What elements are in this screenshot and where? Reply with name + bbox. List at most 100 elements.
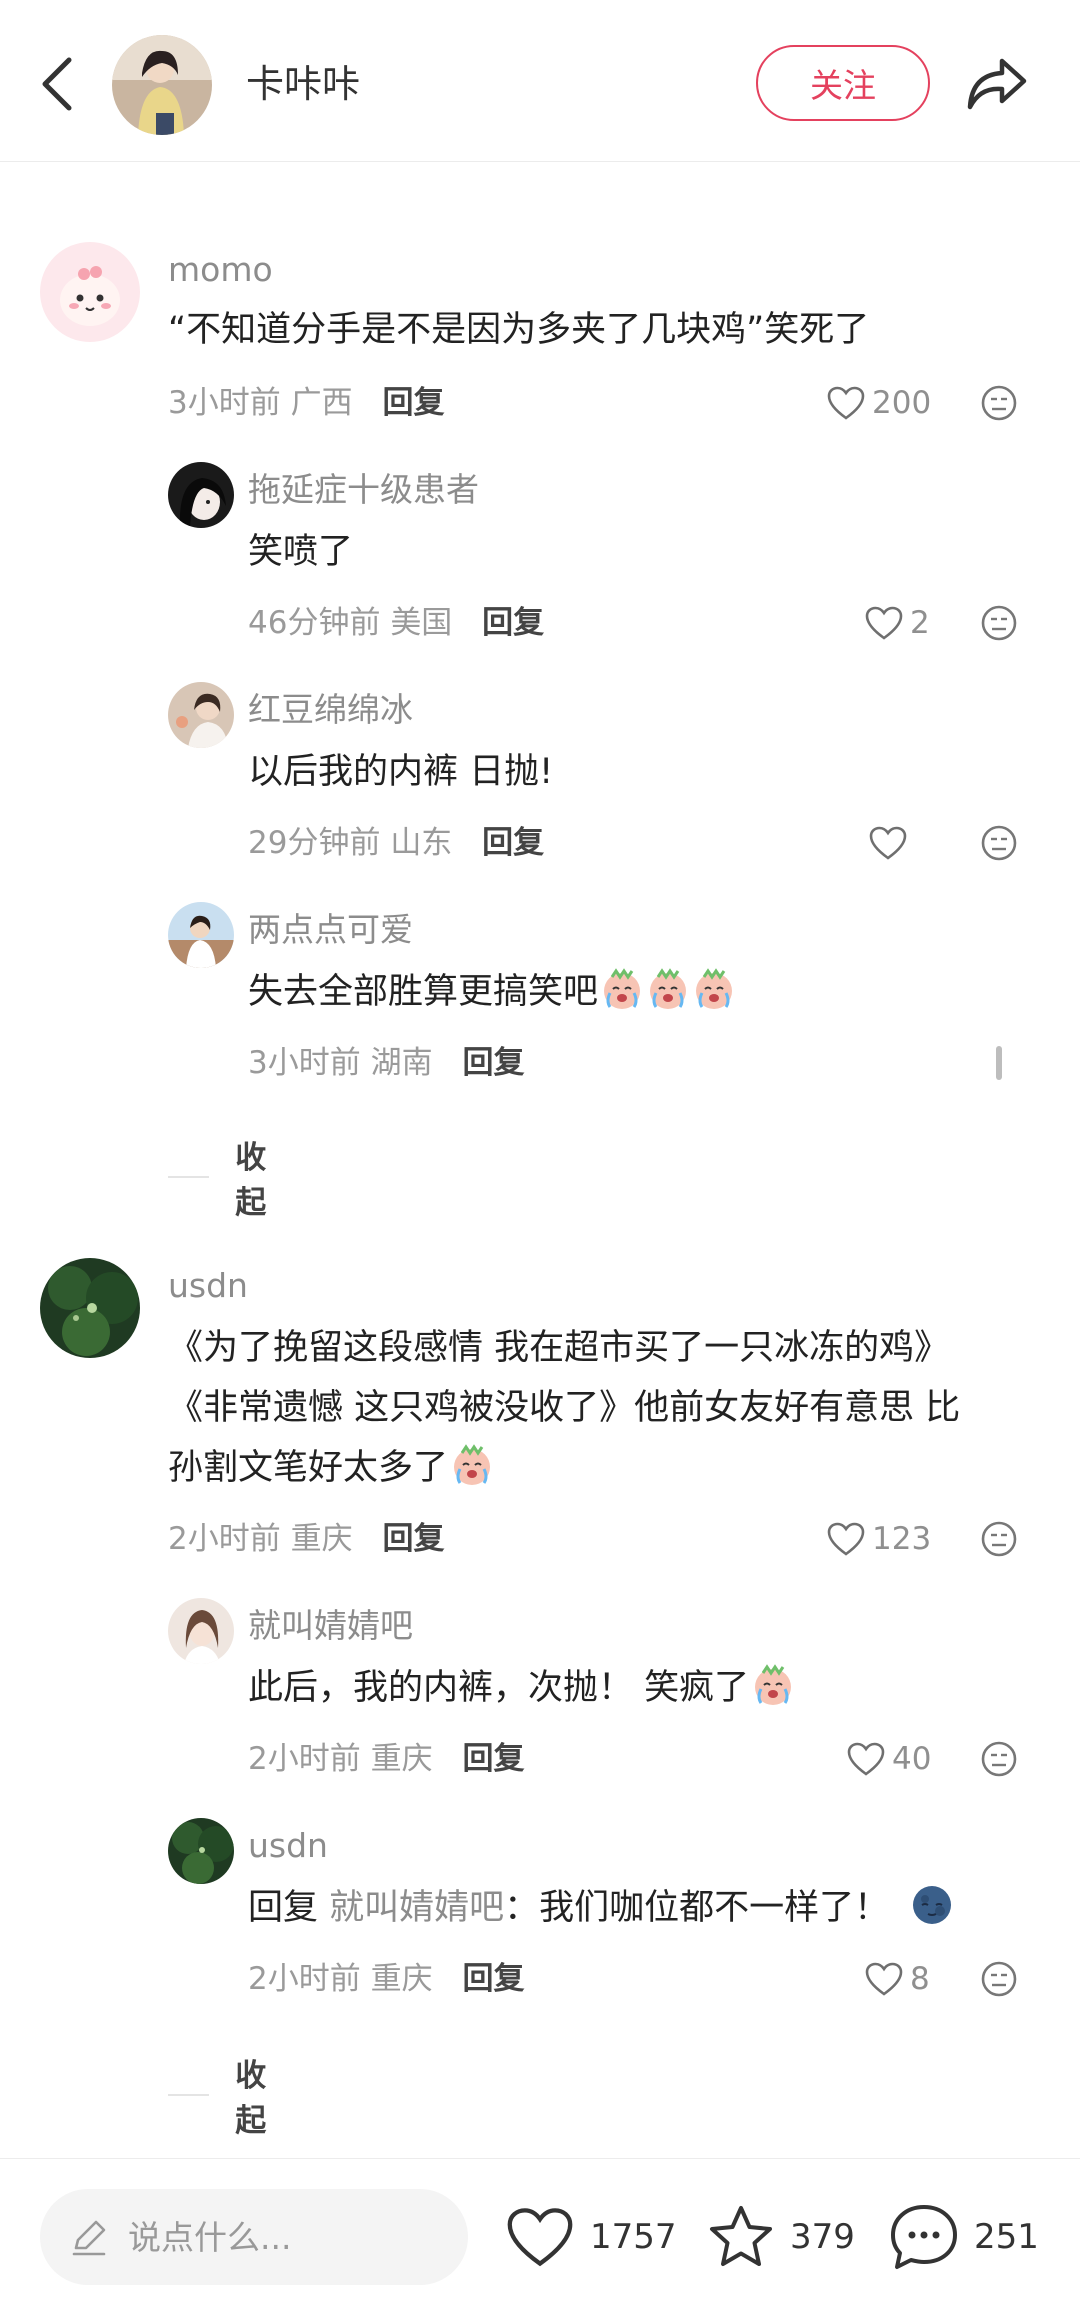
reply-button[interactable]: 回复 bbox=[482, 825, 544, 861]
comment-like-button[interactable]: 200 bbox=[826, 382, 931, 424]
reply-username[interactable]: 拖延症十级患者 bbox=[248, 468, 479, 512]
likes-count: 1757 bbox=[590, 2217, 677, 2257]
reply-button[interactable]: 回复 bbox=[462, 1961, 524, 1997]
author-avatar[interactable] bbox=[112, 35, 212, 135]
reply-like-button[interactable] bbox=[868, 822, 914, 864]
favorite-post-button[interactable]: 379 bbox=[706, 2199, 855, 2275]
reply-location: 湖南 bbox=[370, 1045, 433, 1081]
comment-text[interactable]: “不知道分手是不是因为多夹了几块鸡”笑死了 bbox=[168, 300, 869, 360]
like-count: 123 bbox=[872, 1521, 932, 1557]
crying-emoji-icon bbox=[650, 968, 687, 1009]
reply-username[interactable]: 红豆绵绵冰 bbox=[248, 688, 413, 732]
reply-text-content: ：我们咖位都不一样了！ bbox=[504, 1888, 890, 1928]
reply-location: 美国 bbox=[390, 605, 453, 641]
reply-location: 重庆 bbox=[370, 1961, 433, 1997]
reply-username[interactable]: 就叫婧婧吧 bbox=[248, 1604, 413, 1648]
collapse-label: 收起 bbox=[235, 2058, 267, 2139]
heart-icon bbox=[827, 386, 865, 420]
reply-prefix: 回复 bbox=[248, 1888, 319, 1928]
comment-text-content: 孙割文笔好太多了 bbox=[168, 1448, 449, 1488]
reply-text[interactable]: 回复 就叫婧婧吧：我们咖位都不一样了！ bbox=[248, 1878, 954, 1938]
collapse-replies-button[interactable]: 收起 bbox=[168, 2050, 281, 2140]
reply-like-button[interactable]: 8 bbox=[864, 1958, 930, 2000]
reply-button[interactable]: 回复 bbox=[462, 1741, 524, 1777]
comments-count: 251 bbox=[974, 2217, 1039, 2257]
like-count: 8 bbox=[910, 1961, 930, 1997]
comment-username[interactable]: usdn bbox=[168, 1264, 248, 1308]
reply-meta: 3小时前 湖南 回复 bbox=[248, 1042, 524, 1084]
reply-location: 山东 bbox=[390, 825, 453, 861]
reply-meta: 29分钟前 山东 回复 bbox=[248, 822, 544, 864]
reply-meta: 46分钟前 美国 回复 bbox=[248, 602, 544, 644]
reply-button[interactable]: 回复 bbox=[382, 1521, 444, 1557]
heart-icon bbox=[869, 826, 907, 860]
divider bbox=[168, 1176, 210, 1178]
moon-face-emoji-icon bbox=[913, 1886, 952, 1924]
reply-username[interactable]: 两点点可爱 bbox=[248, 908, 413, 952]
dislike-icon[interactable] bbox=[980, 824, 1018, 862]
comment-username[interactable]: momo bbox=[168, 248, 273, 292]
bottom-action-bar: 1757 379 251 bbox=[0, 2158, 1080, 2312]
reply-time: 46分钟前 bbox=[248, 605, 381, 641]
collapse-replies-button[interactable]: 收起 bbox=[168, 1132, 281, 1222]
dislike-icon[interactable] bbox=[980, 1960, 1018, 1998]
like-count: 200 bbox=[872, 385, 932, 421]
comment-location: 重庆 bbox=[290, 1521, 353, 1557]
collapse-label: 收起 bbox=[235, 1140, 267, 1221]
like-count: 40 bbox=[892, 1741, 932, 1777]
dislike-icon[interactable] bbox=[980, 604, 1018, 642]
dislike-icon[interactable] bbox=[980, 384, 1018, 422]
comment-text-line[interactable]: 孙割文笔好太多了 bbox=[168, 1438, 494, 1498]
comments-button[interactable]: 251 bbox=[888, 2199, 1039, 2275]
comment-text-line[interactable]: 《非常遗憾 这只鸡被没收了》他前女友好有意思 比 bbox=[168, 1378, 960, 1438]
reply-text[interactable]: 此后，我的内裤，次抛！ 笑疯了 bbox=[248, 1658, 795, 1718]
comment-input-box[interactable] bbox=[40, 2189, 468, 2285]
heart-icon bbox=[827, 1522, 865, 1556]
reply-button[interactable]: 回复 bbox=[462, 1045, 524, 1081]
reply-text[interactable]: 笑喷了 bbox=[248, 522, 353, 582]
comment-input[interactable] bbox=[128, 2217, 428, 2257]
reply-text-content: 失去全部胜算更搞笑吧 bbox=[248, 972, 599, 1012]
reply-time: 2小时前 bbox=[248, 1961, 361, 1997]
crying-emoji-icon bbox=[696, 968, 733, 1009]
pencil-icon bbox=[72, 2220, 106, 2256]
avatar[interactable] bbox=[168, 462, 234, 528]
chat-bubble-icon bbox=[891, 2205, 957, 2269]
heart-icon bbox=[847, 1742, 885, 1776]
reply-like-button[interactable]: 40 bbox=[846, 1738, 931, 1780]
reply-text[interactable]: 以后我的内裤 日抛! bbox=[248, 742, 553, 802]
author-name[interactable]: 卡咔咔 bbox=[246, 58, 360, 110]
reply-meta: 2小时前 重庆 回复 bbox=[248, 1738, 524, 1780]
avatar[interactable] bbox=[40, 1258, 140, 1358]
back-button[interactable] bbox=[30, 52, 82, 116]
dislike-icon[interactable] bbox=[980, 1520, 1018, 1558]
like-post-button[interactable]: 1757 bbox=[504, 2199, 677, 2275]
top-bar: 卡咔咔 关注 bbox=[0, 0, 1080, 162]
heart-icon bbox=[507, 2208, 573, 2267]
reply-button[interactable]: 回复 bbox=[382, 385, 444, 421]
heart-icon bbox=[865, 1962, 903, 1996]
avatar[interactable] bbox=[168, 1598, 234, 1664]
reply-text-content: 此后，我的内裤，次抛！ 笑疯了 bbox=[248, 1668, 750, 1708]
share-icon bbox=[967, 58, 1027, 110]
avatar[interactable] bbox=[168, 902, 234, 968]
comment-text-line[interactable]: 《为了挽留这段感情 我在超市买了一只冰冻的鸡》 bbox=[168, 1318, 949, 1378]
reply-like-button[interactable]: 2 bbox=[864, 602, 930, 644]
mention-link[interactable]: 就叫婧婧吧 bbox=[329, 1888, 504, 1928]
comment-like-button[interactable]: 123 bbox=[826, 1518, 931, 1560]
reply-time: 29分钟前 bbox=[248, 825, 381, 861]
follow-button[interactable]: 关注 bbox=[756, 45, 930, 121]
avatar[interactable] bbox=[168, 1818, 234, 1884]
reply-time: 3小时前 bbox=[248, 1045, 361, 1081]
avatar[interactable] bbox=[40, 242, 140, 342]
reply-button[interactable]: 回复 bbox=[482, 605, 544, 641]
favorites-count: 379 bbox=[790, 2217, 855, 2257]
comment-meta: 3小时前 广西 回复 bbox=[168, 382, 444, 424]
avatar[interactable] bbox=[168, 682, 234, 748]
dislike-icon[interactable] bbox=[980, 1740, 1018, 1778]
crying-emoji-icon bbox=[755, 1664, 792, 1705]
reply-username[interactable]: usdn bbox=[248, 1824, 328, 1868]
share-button[interactable] bbox=[962, 50, 1032, 116]
reply-text[interactable]: 失去全部胜算更搞笑吧 bbox=[248, 962, 736, 1022]
chevron-left-icon bbox=[42, 57, 72, 111]
